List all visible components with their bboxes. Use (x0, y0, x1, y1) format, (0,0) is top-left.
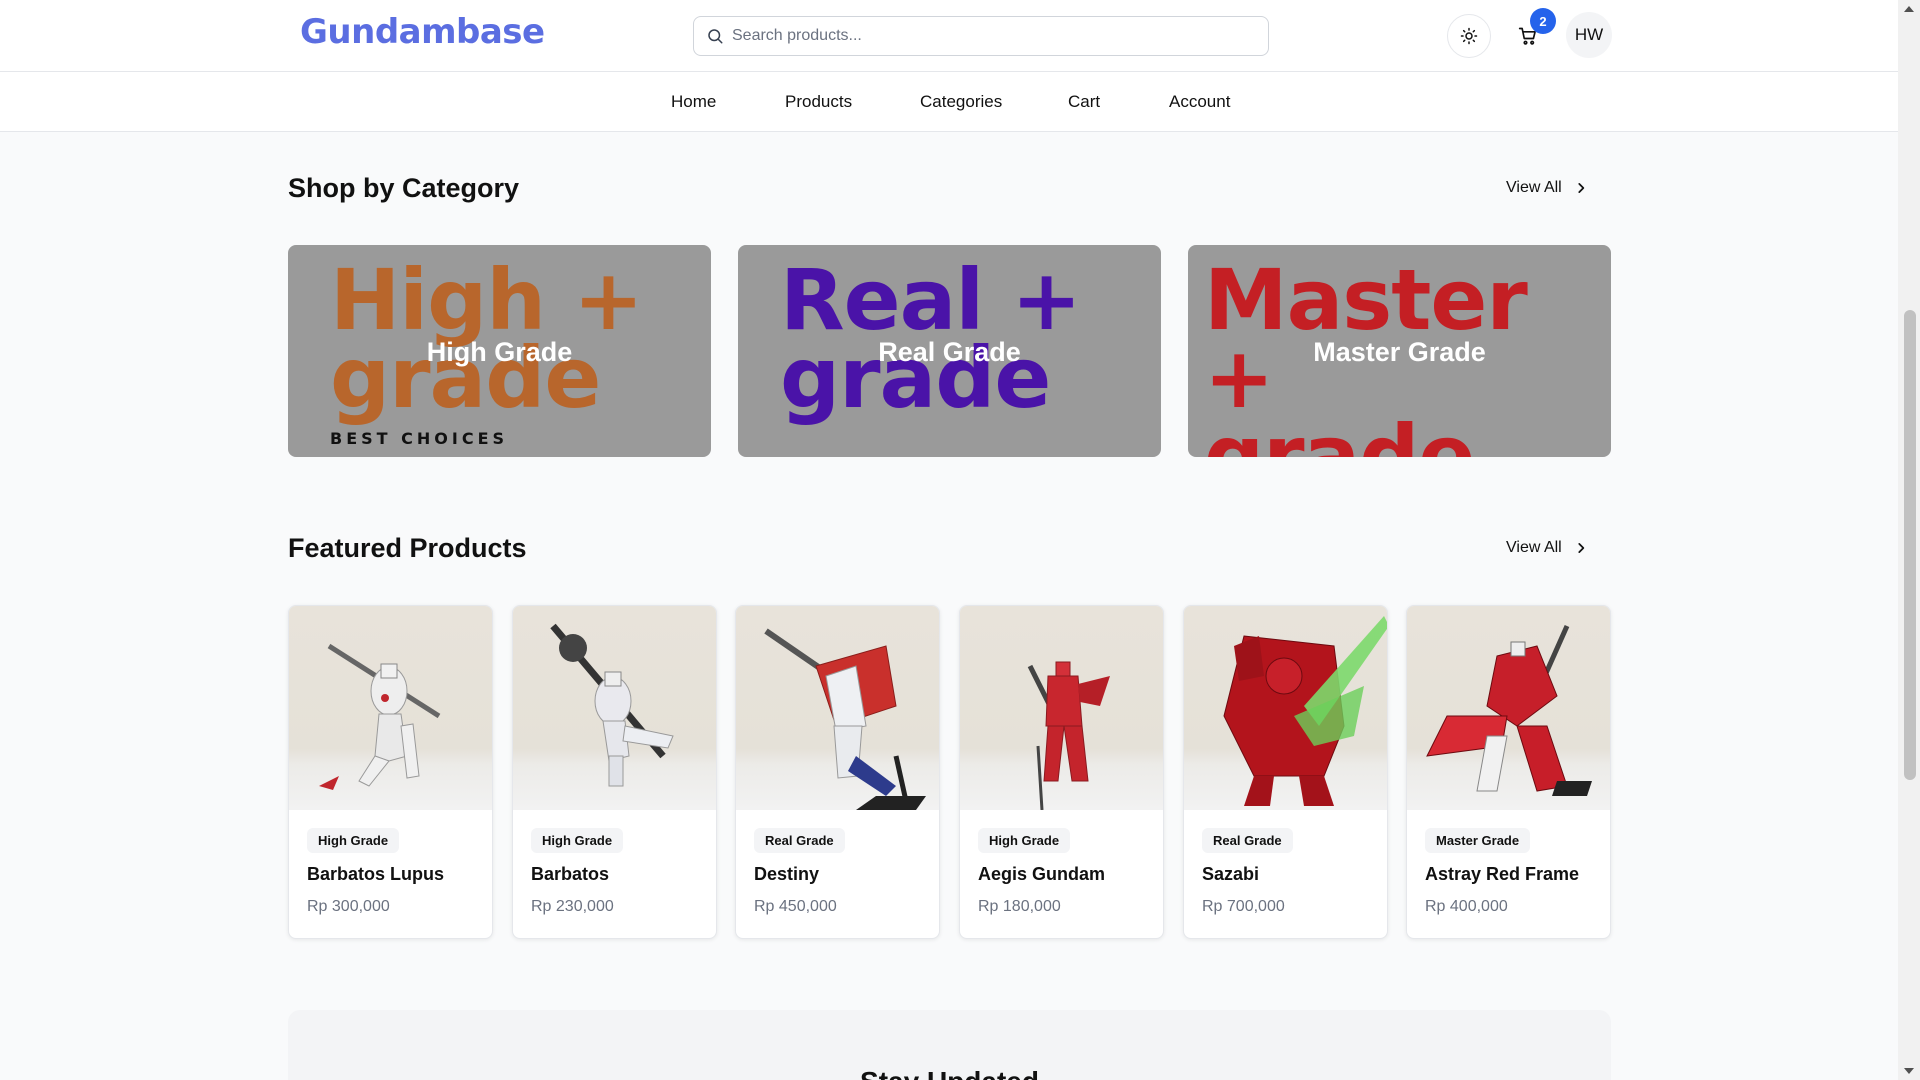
main-nav: Home Products Categories Cart Account (0, 72, 1898, 132)
product-grade-badge: Real Grade (754, 828, 845, 853)
search-input[interactable] (732, 27, 1252, 45)
view-all-label: View All (1506, 539, 1562, 556)
product-image[interactable] (960, 606, 1163, 810)
product-card[interactable]: Real Grade Destiny Rp 450,000 (735, 605, 940, 939)
search-box[interactable] (693, 16, 1269, 56)
scroll-up-icon[interactable] (1903, 4, 1915, 14)
nav-categories[interactable]: Categories (920, 92, 1002, 112)
user-avatar[interactable]: HW (1566, 12, 1612, 58)
product-image[interactable] (513, 606, 716, 810)
chevron-right-icon (1578, 183, 1584, 193)
site-header: Gundambase 2 HW (0, 0, 1898, 72)
product-price: Rp 180,000 (978, 898, 1061, 915)
product-grade-badge: High Grade (531, 828, 624, 853)
product-name[interactable]: Destiny (754, 864, 819, 885)
product-grade-badge: High Grade (307, 828, 400, 853)
product-card[interactable]: High Grade Aegis Gundam Rp 180,000 (959, 605, 1164, 939)
product-image[interactable] (736, 606, 939, 810)
product-grade-badge: High Grade (978, 828, 1071, 853)
product-name[interactable]: Barbatos (531, 864, 609, 885)
product-card[interactable]: High Grade Barbatos Rp 230,000 (512, 605, 717, 939)
product-name[interactable]: Aegis Gundam (978, 864, 1105, 885)
category-card-real-grade[interactable]: Real + grade Real Grade (738, 245, 1161, 457)
product-name[interactable]: Sazabi (1202, 864, 1259, 885)
product-price: Rp 400,000 (1425, 898, 1508, 915)
category-banner-subtitle: BEST CHOICES (330, 429, 509, 448)
site-logo[interactable]: Gundambase (300, 12, 545, 52)
sun-icon (1460, 27, 1478, 45)
product-price: Rp 300,000 (307, 898, 390, 915)
scrollbar-thumb[interactable] (1904, 310, 1916, 780)
product-image[interactable] (289, 606, 492, 810)
product-name[interactable]: Barbatos Lupus (307, 864, 444, 885)
view-all-label: View All (1506, 179, 1562, 196)
nav-cart[interactable]: Cart (1068, 92, 1100, 112)
product-price: Rp 700,000 (1202, 898, 1285, 915)
newsletter-title: Stay Updated (288, 1066, 1611, 1080)
theme-toggle-button[interactable] (1447, 14, 1491, 58)
category-section-title: Shop by Category (288, 173, 520, 203)
category-card-high-grade[interactable]: High + grade BEST CHOICES High Grade (288, 245, 711, 457)
product-image[interactable] (1184, 606, 1387, 810)
product-price: Rp 230,000 (531, 898, 614, 915)
product-grade-badge: Master Grade (1425, 828, 1531, 853)
nav-products[interactable]: Products (785, 92, 852, 112)
nav-home[interactable]: Home (671, 92, 716, 112)
newsletter-section: Stay Updated (288, 1010, 1611, 1080)
product-card[interactable]: Real Grade Sazabi Rp 700,000 (1183, 605, 1388, 939)
category-card-master-grade[interactable]: Master + grade Master Grade (1188, 245, 1611, 457)
category-label: Master Grade (1313, 337, 1486, 367)
product-image[interactable] (1407, 606, 1610, 810)
product-grade-badge: Real Grade (1202, 828, 1293, 853)
category-view-all-link[interactable]: View All (1506, 179, 1588, 197)
product-price: Rp 450,000 (754, 898, 837, 915)
chevron-right-icon (1578, 543, 1584, 553)
product-card[interactable]: High Grade Barbatos Lupus Rp 300,000 (288, 605, 493, 939)
product-name[interactable]: Astray Red Frame (1425, 864, 1579, 885)
product-card[interactable]: Master Grade Astray Red Frame Rp 400,000 (1406, 605, 1611, 939)
category-label: Real Grade (878, 337, 1021, 367)
cart-count-badge: 2 (1530, 8, 1556, 34)
category-label: High Grade (426, 337, 573, 367)
scroll-down-icon[interactable] (1903, 1066, 1915, 1076)
featured-view-all-link[interactable]: View All (1506, 539, 1588, 557)
search-icon (708, 29, 723, 44)
featured-section-title: Featured Products (288, 533, 527, 563)
nav-account[interactable]: Account (1169, 92, 1230, 112)
